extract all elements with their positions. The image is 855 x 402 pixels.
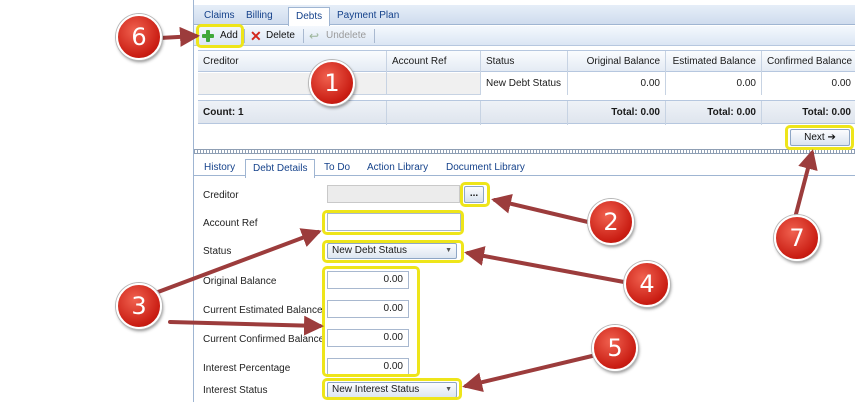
column-header-confirmed-balance[interactable]: Confirmed Balance (762, 51, 855, 73)
next-label: Next (804, 132, 825, 143)
tab-claims[interactable]: Claims (197, 7, 242, 25)
arrow-right-icon: ➔ (827, 132, 836, 143)
cell-original-balance: 0.00 (568, 73, 666, 95)
footer-empty (481, 101, 568, 125)
toolbar-divider (244, 29, 245, 43)
cell-estimated-balance: 0.00 (666, 73, 762, 95)
interest-status-value: New Interest Status (332, 384, 420, 395)
plus-icon (202, 30, 214, 42)
callout-4: 4 (624, 261, 670, 307)
interest-status-label: Interest Status (203, 385, 268, 396)
chevron-down-icon: ▼ (445, 386, 452, 393)
tab-billing[interactable]: Billing (239, 7, 280, 25)
tab-to-do[interactable]: To Do (317, 159, 357, 177)
original-balance-input[interactable]: 0.00 (327, 271, 409, 289)
debts-window: Claims Billing Debts Payment Plan Add ✕ … (193, 0, 855, 402)
account-ref-input[interactable] (327, 213, 461, 231)
splitter-handle[interactable] (194, 149, 855, 154)
status-select[interactable]: New Debt Status ▼ (327, 243, 457, 259)
grid-header-row: Creditor Account Ref Status Original Bal… (198, 50, 855, 73)
toolbar: Add ✕ Delete ↩ Undelete (194, 26, 855, 46)
toolbar-divider (303, 29, 304, 43)
interest-percentage-input[interactable]: 0.00 (327, 358, 409, 376)
delete-label: Delete (266, 30, 295, 41)
callout-5: 5 (592, 325, 638, 371)
tab-document-library[interactable]: Document Library (439, 159, 532, 177)
tab-action-library[interactable]: Action Library (360, 159, 435, 177)
total-original-balance: Total: 0.00 (568, 101, 666, 125)
status-label: Status (203, 246, 232, 257)
tab-payment-plan[interactable]: Payment Plan (330, 7, 406, 25)
cell-account-ref (387, 73, 481, 95)
bottom-tab-strip: History Debt Details To Do Action Librar… (194, 157, 855, 178)
undo-icon: ↩ (309, 29, 320, 43)
column-header-status[interactable]: Status (481, 51, 568, 73)
grid-count: Count: 1 (198, 101, 387, 125)
original-balance-label: Original Balance (203, 276, 277, 287)
interest-percentage-label: Interest Percentage (203, 363, 291, 374)
callout-3: 3 (116, 283, 162, 329)
undelete-button[interactable]: ↩ Undelete (309, 28, 373, 44)
cell-status: New Debt Status (481, 73, 568, 95)
creditor-field (327, 185, 460, 203)
footer-empty (387, 101, 481, 125)
arrow-6 (158, 26, 200, 47)
undelete-label: Undelete (326, 30, 367, 41)
status-value: New Debt Status (332, 245, 408, 256)
tab-debt-details[interactable]: Debt Details (245, 159, 316, 178)
estimated-balance-input[interactable]: 0.00 (327, 300, 409, 318)
cell-creditor (198, 73, 387, 95)
creditor-label: Creditor (203, 190, 239, 201)
add-button[interactable]: Add (200, 28, 240, 44)
creditor-lookup-button[interactable]: ... (464, 186, 484, 203)
tab-debts[interactable]: Debts (288, 7, 331, 26)
toolbar-divider (374, 29, 375, 43)
column-header-creditor[interactable]: Creditor (198, 51, 387, 73)
delete-x-icon: ✕ (250, 28, 262, 44)
tab-history[interactable]: History (197, 159, 242, 177)
callout-7: 7 (774, 215, 820, 261)
add-label: Add (220, 30, 238, 41)
confirmed-balance-input[interactable]: 0.00 (327, 329, 409, 347)
grid-footer-row: Count: 1 Total: 0.00 Total: 0.00 Total: … (198, 100, 855, 125)
confirmed-balance-label: Current Confirmed Balance (203, 334, 325, 345)
callout-2: 2 (588, 199, 634, 245)
column-header-estimated-balance[interactable]: Estimated Balance (666, 51, 762, 73)
chevron-down-icon: ▼ (445, 247, 452, 254)
interest-status-select[interactable]: New Interest Status ▼ (327, 382, 457, 398)
cell-confirmed-balance: 0.00 (762, 73, 855, 95)
delete-button[interactable]: ✕ Delete (250, 28, 300, 44)
callout-1: 1 (309, 60, 355, 106)
account-ref-label: Account Ref (203, 218, 258, 229)
callout-6: 6 (116, 14, 162, 60)
table-row[interactable]: New Debt Status 0.00 0.00 0.00 (198, 73, 855, 95)
column-header-original-balance[interactable]: Original Balance (568, 51, 666, 73)
column-header-account-ref[interactable]: Account Ref (387, 51, 481, 73)
estimated-balance-label: Current Estimated Balance (203, 305, 323, 316)
next-button[interactable]: Next ➔ (790, 129, 850, 146)
top-tab-strip: Claims Billing Debts Payment Plan (194, 5, 855, 26)
total-confirmed-balance: Total: 0.00 (802, 107, 851, 118)
total-estimated-balance: Total: 0.00 (666, 101, 762, 125)
